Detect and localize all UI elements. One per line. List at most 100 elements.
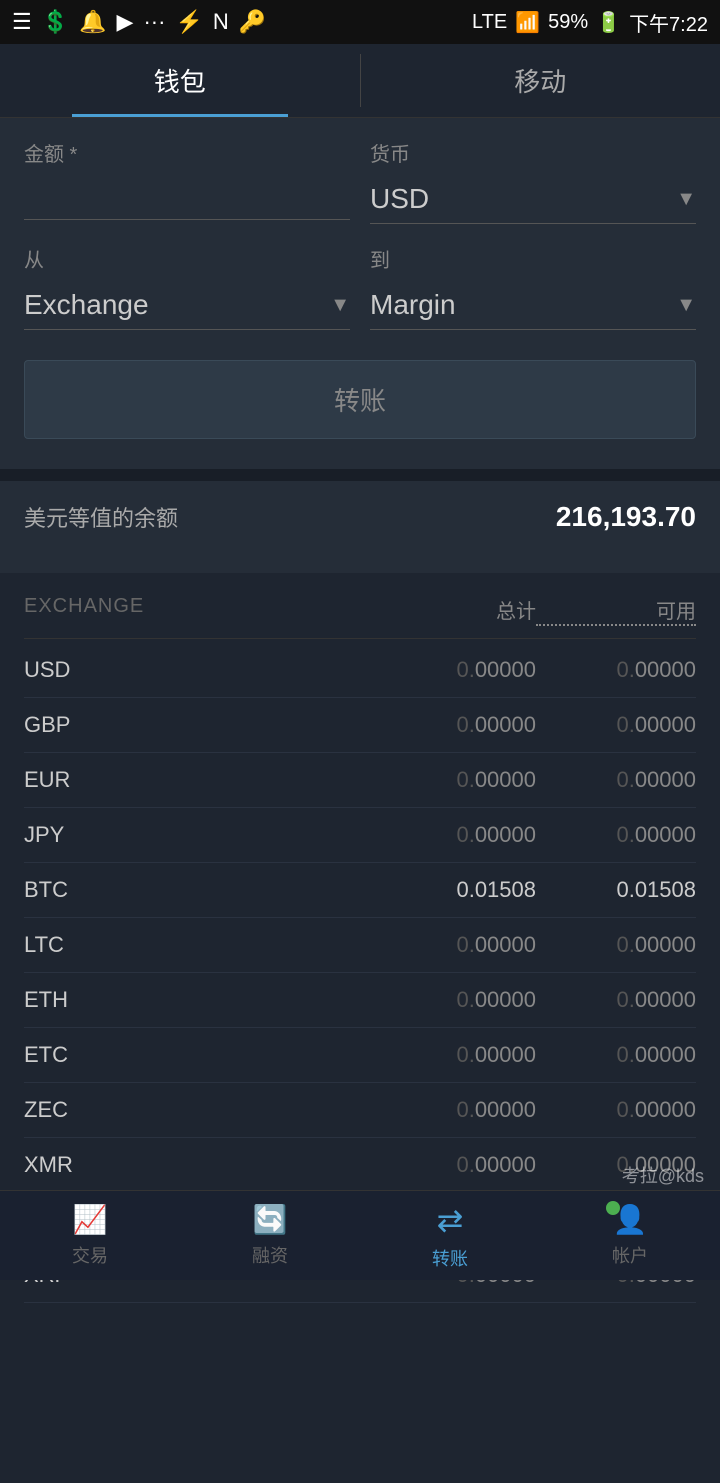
currency-available: 0.00000 [536,712,696,738]
key-icon: 🔑 [239,9,266,35]
nav-trade[interactable]: 📈 交易 [0,1191,180,1280]
from-dropdown-arrow: ▼ [330,294,350,317]
transfer-button[interactable]: 转账 [24,360,696,439]
form-row-from-to: 从 Exchange ▼ 到 Margin ▼ [24,244,696,330]
currency-name: JPY [24,822,376,848]
currency-name: ETH [24,987,376,1013]
from-group: 从 Exchange ▼ [24,244,350,330]
currency-total: 0.00000 [376,657,536,683]
to-label: 到 [370,244,696,273]
currency-total: 0.00000 [376,767,536,793]
currency-name: ZEC [24,1097,376,1123]
tab-header: 钱包 移动 [0,44,720,118]
currency-name: LTC [24,932,376,958]
table-row: ZEC 0.00000 0.00000 [24,1083,696,1138]
currency-name: GBP [24,712,376,738]
total-header: 总计 [376,595,536,626]
currency-total: 0.00000 [376,712,536,738]
table-row: USD 0.00000 0.00000 [24,643,696,698]
currency-group: 货币 USD ▼ [370,138,696,224]
currency-total: 0.00000 [376,987,536,1013]
currency-name: ETC [24,1042,376,1068]
to-value: Margin [370,289,456,321]
more-icon: ··· [143,9,165,35]
status-bar: ☰ 💲 🔔 ▶ ··· ⚡ N 🔑 LTE 📶 59% 🔋 下午7:22 [0,0,720,44]
nav-account[interactable]: 👤 帐户 [540,1191,720,1280]
table-row: ETH 0.00000 0.00000 [24,973,696,1028]
currency-available: 0.01508 [536,877,696,903]
currency-available: 0.00000 [536,1042,696,1068]
transfer-icon: ⇄ [437,1201,464,1239]
nav-transfer-label: 转账 [432,1245,468,1271]
account-dot [606,1201,620,1215]
bottom-nav: 📈 交易 🔄 融资 ⇄ 转账 👤 帐户 [0,1190,720,1280]
battery-icon: 🔋 [596,10,621,35]
currency-total: 0.00000 [376,1097,536,1123]
nfc-icon: N [213,9,229,35]
watermark: 考拉@kds [622,1162,704,1188]
amount-input[interactable] [24,175,350,220]
currency-select[interactable]: USD ▼ [370,175,696,224]
from-value: Exchange [24,289,149,321]
nav-trade-label: 交易 [72,1242,108,1268]
currency-label: 货币 [370,138,696,167]
trade-icon: 📈 [73,1203,108,1236]
exchange-table-header: EXCHANGE 总计 可用 [24,583,696,639]
to-select[interactable]: Margin ▼ [370,281,696,330]
currency-total: 0.00000 [376,1042,536,1068]
currency-name: BTC [24,877,376,903]
nav-account-label: 帐户 [612,1242,648,1268]
lte-icon: LTE [472,11,507,34]
section-divider [0,469,720,481]
menu-icon: ☰ [12,9,32,35]
currency-available: 0.00000 [536,1097,696,1123]
send-icon: ▶ [117,9,134,35]
bluetooth-icon: ⚡ [175,9,202,35]
currency-available: 0.00000 [536,822,696,848]
currency-name: XMR [24,1152,376,1178]
currency-available: 0.00000 [536,987,696,1013]
currency-name: USD [24,657,376,683]
battery-text: 59% [548,11,588,34]
form-row-amount-currency: 金额 * 货币 USD ▼ [24,138,696,224]
amount-label: 金额 * [24,138,350,167]
currency-available: 0.00000 [536,932,696,958]
currency-name: EUR [24,767,376,793]
app-icon: 💲 [42,9,69,35]
form-section: 金额 * 货币 USD ▼ 从 Exchange ▼ [0,118,720,469]
table-row: GBP 0.00000 0.00000 [24,698,696,753]
amount-group: 金额 * [24,138,350,224]
available-header: 可用 [536,595,696,626]
tab-wallet[interactable]: 钱包 [0,44,360,117]
balance-value: 216,193.70 [556,501,696,533]
status-left-icons: ☰ 💲 🔔 ▶ ··· ⚡ N 🔑 [12,9,266,35]
table-row: XMR 0.00000 0.00000 [24,1138,696,1193]
currency-total: 0.01508 [376,877,536,903]
exchange-title: EXCHANGE [24,595,376,626]
to-dropdown-arrow: ▼ [676,294,696,317]
from-label: 从 [24,244,350,273]
table-row: JPY 0.00000 0.00000 [24,808,696,863]
balance-row: 美元等值的余额 216,193.70 [24,501,696,533]
to-group: 到 Margin ▼ [370,244,696,330]
nav-transfer[interactable]: ⇄ 转账 [360,1191,540,1280]
status-right-info: LTE 📶 59% 🔋 下午7:22 [472,8,708,37]
bell-icon: 🔔 [79,9,106,35]
nav-finance[interactable]: 🔄 融资 [180,1191,360,1280]
finance-icon: 🔄 [253,1203,288,1236]
time-display: 下午7:22 [629,8,708,37]
currency-available: 0.00000 [536,657,696,683]
currency-dropdown-arrow: ▼ [676,188,696,211]
table-row: EUR 0.00000 0.00000 [24,753,696,808]
balance-label: 美元等值的余额 [24,501,178,533]
currency-total: 0.00000 [376,932,536,958]
table-row: BTC 0.01508 0.01508 [24,863,696,918]
table-row: LTC 0.00000 0.00000 [24,918,696,973]
table-row: ETC 0.00000 0.00000 [24,1028,696,1083]
currency-available: 0.00000 [536,767,696,793]
tab-move[interactable]: 移动 [361,44,720,117]
from-select[interactable]: Exchange ▼ [24,281,350,330]
signal-icon: 📶 [515,10,540,35]
currency-total: 0.00000 [376,1152,536,1178]
nav-finance-label: 融资 [252,1242,288,1268]
